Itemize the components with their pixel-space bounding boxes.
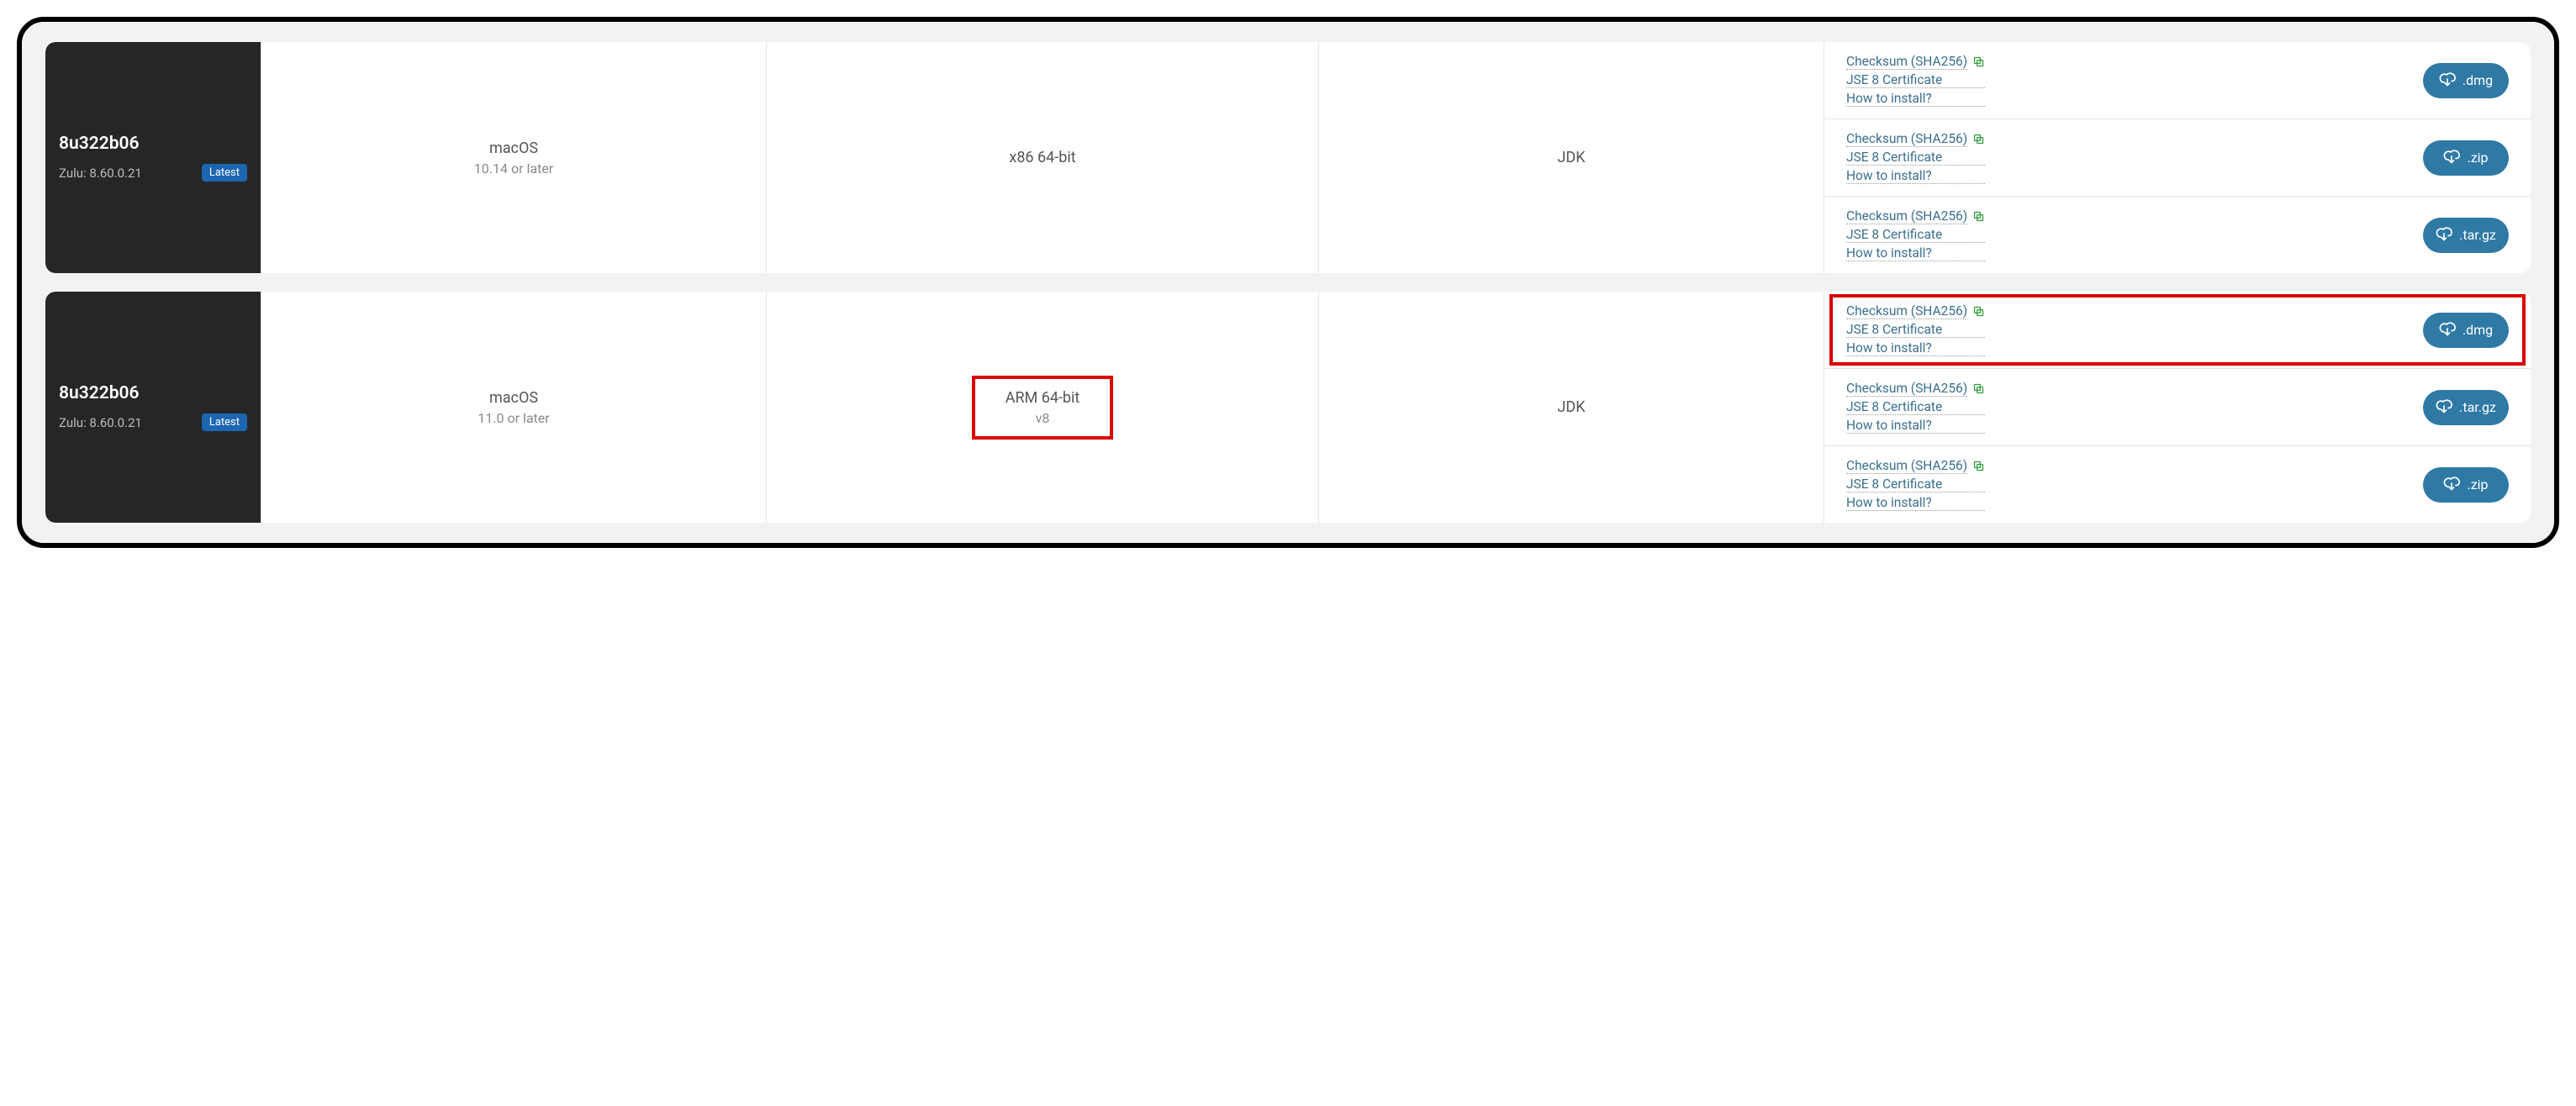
download-row: Checksum (SHA256) JSE 8 Certificate How to… [1824, 368, 2531, 445]
download-button[interactable]: .tar.gz [2423, 218, 2509, 253]
checksum-link[interactable]: Checksum (SHA256) [1846, 458, 1967, 474]
os-name: macOS [489, 140, 538, 157]
copy-icon[interactable] [1972, 133, 1985, 145]
arch-cell: ARM 64-bit v8 [766, 292, 1318, 523]
content-area: 8u322b06 Zulu: 8.60.0.21 Latest macOS 10.14 … [22, 22, 2554, 543]
copy-icon[interactable] [1972, 460, 1985, 472]
arch-name: x86 64-bit [1009, 149, 1075, 166]
download-ext: .tar.gz [2459, 227, 2496, 243]
download-button[interactable]: .zip [2423, 467, 2509, 503]
download-row: Checksum (SHA256) JSE 8 Certificate How to… [1824, 292, 2531, 368]
download-ext: .dmg [2463, 72, 2493, 88]
download-button[interactable]: .zip [2423, 140, 2509, 176]
download-ext: .zip [2467, 477, 2488, 492]
latest-badge: Latest [202, 164, 247, 182]
package-cell: JDK [1318, 292, 1824, 523]
package-name: JDK [1557, 398, 1585, 416]
download-links: Checksum (SHA256) JSE 8 Certificate How to… [1846, 458, 1985, 511]
certificate-link[interactable]: JSE 8 Certificate [1846, 227, 1985, 243]
download-block: 8u322b06 Zulu: 8.60.0.21 Latest macOS 11.0 o… [45, 292, 2531, 523]
howto-link[interactable]: How to install? [1846, 495, 1985, 511]
download-icon [2439, 320, 2456, 340]
copy-icon[interactable] [1972, 305, 1985, 318]
howto-link[interactable]: How to install? [1846, 91, 1985, 107]
os-sub: 11.0 or later [478, 410, 549, 426]
copy-icon[interactable] [1972, 210, 1985, 223]
download-links: Checksum (SHA256) JSE 8 Certificate How to… [1846, 208, 1985, 261]
arch-highlight: ARM 64-bit v8 [972, 376, 1114, 440]
download-ext: .tar.gz [2459, 399, 2496, 415]
os-cell: macOS 11.0 or later [261, 292, 766, 523]
download-icon [2439, 71, 2456, 91]
download-links: Checksum (SHA256) JSE 8 Certificate How to… [1846, 131, 1985, 184]
arch-sub: v8 [1006, 410, 1080, 426]
howto-link[interactable]: How to install? [1846, 245, 1985, 261]
os-cell: macOS 10.14 or later [261, 42, 766, 273]
package-name: JDK [1557, 149, 1585, 166]
certificate-link[interactable]: JSE 8 Certificate [1846, 477, 1985, 492]
arch-cell: x86 64-bit [766, 42, 1318, 273]
download-ext: .dmg [2463, 322, 2493, 338]
os-name: macOS [489, 389, 538, 407]
download-icon [2443, 475, 2460, 495]
version-label: 8u322b06 [59, 383, 247, 403]
download-row: Checksum (SHA256) JSE 8 Certificate How to… [1824, 196, 2531, 273]
download-row: Checksum (SHA256) JSE 8 Certificate How to… [1824, 445, 2531, 523]
copy-icon[interactable] [1972, 55, 1985, 68]
download-button[interactable]: .dmg [2423, 313, 2509, 348]
certificate-link[interactable]: JSE 8 Certificate [1846, 322, 1985, 338]
download-icon [2443, 148, 2460, 168]
download-links: Checksum (SHA256) JSE 8 Certificate How to… [1846, 303, 1985, 356]
howto-link[interactable]: How to install? [1846, 340, 1985, 356]
arch-wrap: x86 64-bit [989, 142, 1095, 173]
download-column: Checksum (SHA256) JSE 8 Certificate How to… [1824, 292, 2531, 523]
download-block: 8u322b06 Zulu: 8.60.0.21 Latest macOS 10.14 … [45, 42, 2531, 273]
download-links: Checksum (SHA256) JSE 8 Certificate How to… [1846, 54, 1985, 107]
download-button[interactable]: .tar.gz [2423, 390, 2509, 425]
latest-badge: Latest [202, 413, 247, 431]
package-cell: JDK [1318, 42, 1824, 273]
certificate-link[interactable]: JSE 8 Certificate [1846, 150, 1985, 166]
certificate-link[interactable]: JSE 8 Certificate [1846, 72, 1985, 88]
window-frame: 8u322b06 Zulu: 8.60.0.21 Latest macOS 10.14 … [17, 17, 2559, 548]
arch-name: ARM 64-bit [1006, 389, 1080, 407]
checksum-link[interactable]: Checksum (SHA256) [1846, 131, 1967, 147]
download-ext: .zip [2467, 150, 2488, 166]
download-links: Checksum (SHA256) JSE 8 Certificate How to… [1846, 381, 1985, 434]
certificate-link[interactable]: JSE 8 Certificate [1846, 399, 1985, 415]
zulu-label: Zulu: 8.60.0.21 [59, 415, 142, 430]
download-row: Checksum (SHA256) JSE 8 Certificate How to… [1824, 42, 2531, 118]
howto-link[interactable]: How to install? [1846, 168, 1985, 184]
checksum-link[interactable]: Checksum (SHA256) [1846, 303, 1967, 319]
checksum-link[interactable]: Checksum (SHA256) [1846, 381, 1967, 397]
download-column: Checksum (SHA256) JSE 8 Certificate How to… [1824, 42, 2531, 273]
download-icon [2436, 225, 2452, 245]
copy-icon[interactable] [1972, 382, 1985, 395]
version-panel: 8u322b06 Zulu: 8.60.0.21 Latest [45, 42, 261, 273]
zulu-label: Zulu: 8.60.0.21 [59, 166, 142, 181]
version-panel: 8u322b06 Zulu: 8.60.0.21 Latest [45, 292, 261, 523]
download-icon [2436, 398, 2452, 418]
version-label: 8u322b06 [59, 134, 247, 154]
howto-link[interactable]: How to install? [1846, 418, 1985, 434]
checksum-link[interactable]: Checksum (SHA256) [1846, 54, 1967, 70]
download-button[interactable]: .dmg [2423, 63, 2509, 98]
download-row: Checksum (SHA256) JSE 8 Certificate How to… [1824, 118, 2531, 196]
checksum-link[interactable]: Checksum (SHA256) [1846, 208, 1967, 224]
os-sub: 10.14 or later [474, 161, 553, 176]
